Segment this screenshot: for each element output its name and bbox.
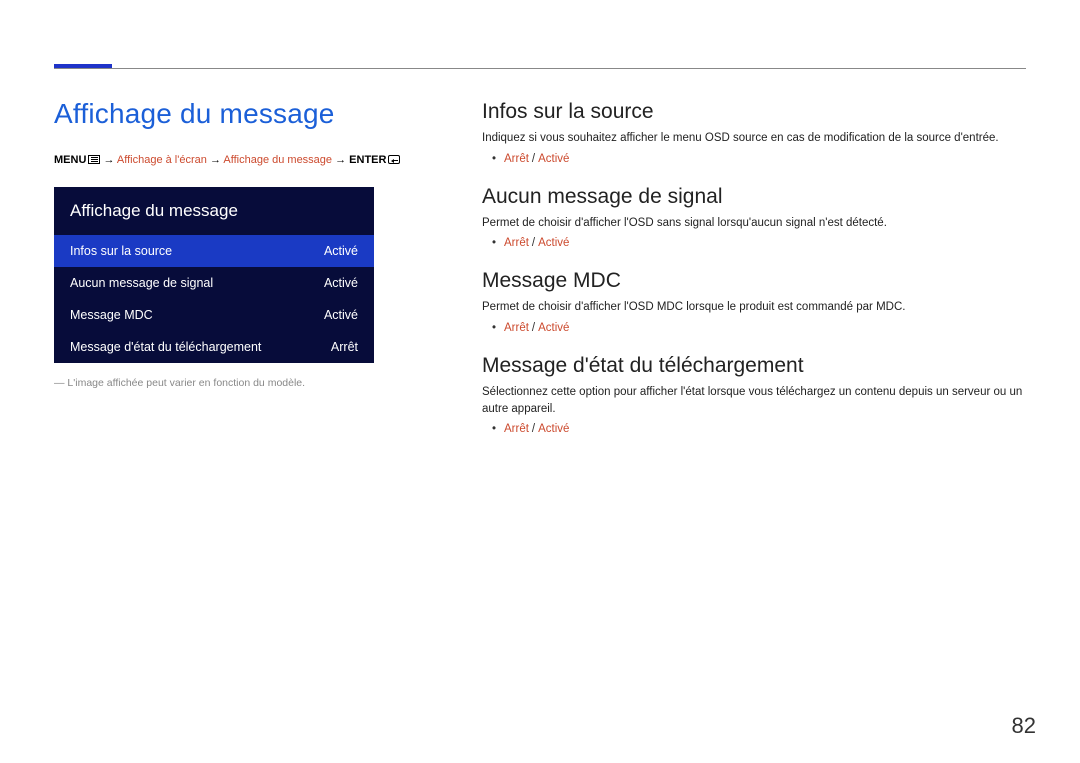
header-accent — [54, 64, 112, 68]
left-column: Affichage du message MENU → Affichage à … — [54, 98, 434, 723]
option-on: Activé — [538, 423, 569, 435]
osd-menu-row-value: Activé — [324, 308, 358, 322]
option-on: Activé — [538, 322, 569, 334]
page-number: 82 — [1012, 713, 1036, 739]
section-mdc: Message MDC Permet de choisir d'afficher… — [482, 269, 1026, 334]
osd-menu-row-label: Aucun message de signal — [70, 276, 213, 290]
section-options: Arrêt/Activé — [482, 153, 1026, 165]
option-on: Activé — [538, 153, 569, 165]
option-separator: / — [532, 237, 535, 249]
option-off: Arrêt — [504, 237, 529, 249]
page-content: Affichage du message MENU → Affichage à … — [54, 98, 1026, 723]
section-title: Message MDC — [482, 269, 1026, 293]
enter-icon — [388, 155, 400, 164]
osd-menu-row[interactable]: Aucun message de signal Activé — [54, 267, 374, 299]
option-separator: / — [532, 423, 535, 435]
breadcrumb-enter-label: ENTER — [349, 154, 386, 166]
section-description: Permet de choisir d'afficher l'OSD MDC l… — [482, 299, 1026, 316]
option-off: Arrêt — [504, 423, 529, 435]
section-title: Infos sur la source — [482, 100, 1026, 124]
header-rule — [54, 68, 1026, 69]
option-separator: / — [532, 322, 535, 334]
osd-menu-row-value: Activé — [324, 276, 358, 290]
osd-menu-row-label: Infos sur la source — [70, 244, 172, 258]
osd-menu-row-label: Message d'état du téléchargement — [70, 340, 261, 354]
section-options: Arrêt/Activé — [482, 423, 1026, 435]
page-title: Affichage du message — [54, 98, 434, 130]
section-no-signal: Aucun message de signal Permet de choisi… — [482, 185, 1026, 250]
section-options: Arrêt/Activé — [482, 237, 1026, 249]
osd-menu-row[interactable]: Message MDC Activé — [54, 299, 374, 331]
option-off: Arrêt — [504, 153, 529, 165]
section-download-status: Message d'état du téléchargement Sélecti… — [482, 354, 1026, 435]
menu-icon — [88, 155, 100, 164]
section-options: Arrêt/Activé — [482, 322, 1026, 334]
osd-menu-row-label: Message MDC — [70, 308, 153, 322]
section-infos-source: Infos sur la source Indiquez si vous sou… — [482, 100, 1026, 165]
osd-menu-row-value: Arrêt — [331, 340, 358, 354]
breadcrumb-path-2: Affichage du message — [223, 154, 332, 166]
breadcrumb: MENU → Affichage à l'écran → Affichage d… — [54, 152, 434, 169]
osd-menu-row[interactable]: Infos sur la source Activé — [54, 235, 374, 267]
section-title: Message d'état du téléchargement — [482, 354, 1026, 378]
breadcrumb-menu-label: MENU — [54, 154, 86, 166]
section-description: Indiquez si vous souhaitez afficher le m… — [482, 130, 1026, 147]
section-description: Sélectionnez cette option pour afficher … — [482, 384, 1026, 417]
osd-menu-row[interactable]: Message d'état du téléchargement Arrêt — [54, 331, 374, 363]
section-title: Aucun message de signal — [482, 185, 1026, 209]
osd-menu-box: Affichage du message Infos sur la source… — [54, 187, 374, 363]
breadcrumb-arrow: → — [335, 154, 346, 166]
section-description: Permet de choisir d'afficher l'OSD sans … — [482, 215, 1026, 232]
right-column: Infos sur la source Indiquez si vous sou… — [482, 98, 1026, 723]
breadcrumb-path-1: Affichage à l'écran — [117, 154, 207, 166]
option-on: Activé — [538, 237, 569, 249]
option-off: Arrêt — [504, 322, 529, 334]
image-vary-note: ― L'image affichée peut varier en foncti… — [54, 377, 434, 389]
osd-menu-title: Affichage du message — [54, 187, 374, 235]
osd-menu-row-value: Activé — [324, 244, 358, 258]
option-separator: / — [532, 153, 535, 165]
breadcrumb-arrow: → — [103, 154, 114, 166]
breadcrumb-arrow: → — [210, 154, 221, 166]
